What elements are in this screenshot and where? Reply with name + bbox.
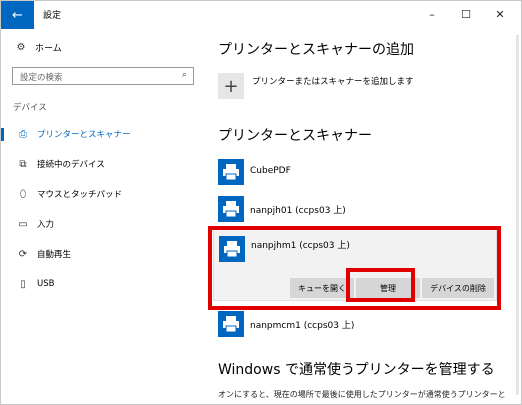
printer-item[interactable]: nanpmcm1 (ccps03 上)	[218, 311, 498, 341]
settings-window: ← 設定 – ☐ ✕ ⚙ ホーム 設定の検索 ⌕ デバイス ⎙ プリンターとスキ…	[0, 0, 522, 405]
sidebar-item-label: マウスとタッチパッド	[37, 190, 123, 200]
sidebar-item-label: プリンターとスキャナー	[37, 130, 131, 140]
printer-icon	[218, 159, 244, 185]
printer-item[interactable]: nanpjh01 (ccps03 上)	[218, 196, 498, 226]
sidebar-item-input[interactable]: ▭ 入力	[1, 211, 201, 237]
usb-icon: ▯	[20, 278, 26, 290]
printer-icon: ⎙	[19, 128, 27, 140]
mouse-icon: ⬯	[19, 188, 27, 200]
printer-name: CubePDF	[250, 166, 291, 176]
sidebar-item-connected-devices[interactable]: ⧉ 接続中のデバイス	[1, 151, 201, 177]
plus-icon: +	[223, 75, 239, 97]
printers-heading: プリンターとスキャナー	[218, 128, 372, 144]
sidebar-item-label: 自動再生	[37, 250, 72, 260]
manage-default-description: オンにすると、現在の場所で最後に使用したプリンターが通常使うプリンターと	[218, 390, 506, 399]
back-arrow-icon: ←	[12, 7, 23, 23]
keyboard-icon: ▭	[18, 218, 28, 230]
maximize-icon: ☐	[461, 7, 471, 21]
printer-name: nanpjh01 (ccps03 上)	[250, 206, 346, 216]
back-button[interactable]: ←	[1, 1, 34, 29]
maximize-button[interactable]: ☐	[453, 5, 479, 23]
add-printer-button[interactable]: +	[218, 73, 244, 99]
devices-icon: ⧉	[19, 158, 27, 170]
sidebar-item-autoplay[interactable]: ⟳ 自動再生	[1, 241, 201, 267]
close-icon: ✕	[495, 7, 505, 21]
minimize-button[interactable]: –	[419, 5, 445, 23]
sidebar-item-label: 入力	[37, 220, 55, 230]
sidebar-item-printers-scanners[interactable]: ⎙ プリンターとスキャナー	[1, 121, 201, 147]
window-title: 設定	[43, 11, 62, 21]
scrollbar[interactable]	[516, 35, 519, 395]
home-label: ホーム	[35, 44, 62, 54]
printer-name: nanpmcm1 (ccps03 上)	[250, 321, 355, 331]
sidebar-item-mouse-touchpad[interactable]: ⬯ マウスとタッチパッド	[1, 181, 201, 207]
highlight-box-manage	[346, 268, 415, 302]
printer-item[interactable]: CubePDF	[218, 159, 498, 189]
minimize-icon: –	[429, 7, 435, 21]
manage-default-heading: Windows で通常使うプリンターを管理する	[218, 362, 495, 378]
sidebar-item-label: 接続中のデバイス	[37, 160, 105, 170]
section-label-devices: デバイス	[13, 103, 47, 113]
sidebar: ⚙ ホーム 設定の検索 ⌕ デバイス ⎙ プリンターとスキャナー ⧉ 接続中のデ…	[1, 29, 201, 404]
printer-icon	[218, 196, 244, 222]
close-button[interactable]: ✕	[487, 5, 513, 23]
title-bar: ← 設定 – ☐ ✕	[1, 1, 521, 29]
search-icon: ⌕	[181, 70, 187, 80]
add-printer-heading: プリンターとスキャナーの追加	[218, 42, 414, 58]
sidebar-item-home[interactable]: ⚙ ホーム	[13, 41, 62, 54]
add-printer-label[interactable]: プリンターまたはスキャナーを追加します	[252, 75, 414, 87]
search-placeholder: 設定の検索	[20, 73, 63, 83]
sidebar-item-usb[interactable]: ▯ USB	[1, 271, 201, 297]
autoplay-icon: ⟳	[18, 248, 28, 260]
sidebar-item-label: USB	[37, 279, 55, 289]
active-indicator	[1, 128, 4, 141]
gear-icon: ⚙	[16, 42, 26, 53]
search-input[interactable]: 設定の検索 ⌕	[12, 67, 194, 85]
main-content: プリンターとスキャナーの追加 + プリンターまたはスキャナーを追加します プリン…	[201, 29, 521, 404]
printer-icon	[218, 311, 244, 337]
